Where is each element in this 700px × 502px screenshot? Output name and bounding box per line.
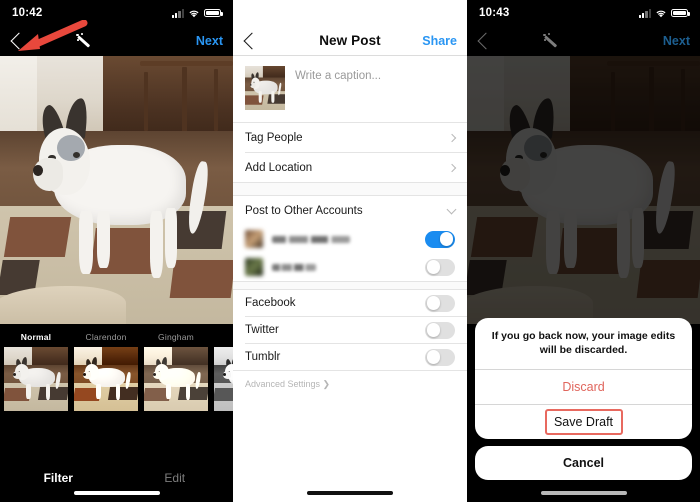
new-post-nav-bar: New Post Share — [233, 26, 467, 56]
panel-filter-editor: 10:42 Next Normal Clarendon Gingham Filt… — [0, 0, 233, 502]
home-indicator — [307, 491, 393, 495]
filter-option[interactable]: Normal — [4, 332, 68, 411]
row-tag-people[interactable]: Tag People — [233, 123, 467, 152]
filter-option[interactable]: Gingham — [144, 332, 208, 411]
row-label: Twitter — [245, 324, 279, 336]
account-name-redacted — [272, 263, 316, 271]
signal-bars-icon — [638, 8, 651, 18]
tumblr-toggle[interactable] — [425, 348, 455, 366]
twitter-toggle[interactable] — [425, 321, 455, 339]
home-indicator — [73, 491, 160, 495]
advanced-settings-link[interactable]: Advanced Settings ❯ — [233, 371, 467, 400]
status-time: 10:42 — [12, 7, 43, 19]
action-sheet: If you go back now, your image edits wil… — [475, 317, 692, 480]
filter-label: Clarendon — [85, 332, 127, 342]
tab-edit[interactable]: Edit — [117, 471, 234, 485]
row-post-to-other-accounts[interactable]: Post to Other Accounts — [233, 196, 467, 225]
magic-wand-icon[interactable] — [75, 33, 95, 49]
page-title: New Post — [319, 33, 381, 48]
account-row[interactable] — [233, 225, 467, 253]
filter-thumbnail[interactable] — [144, 347, 208, 411]
row-label: Post to Other Accounts — [245, 204, 363, 217]
chevron-down-icon — [446, 204, 457, 214]
row-facebook[interactable]: Facebook — [233, 290, 467, 316]
filter-label: M — [214, 332, 233, 342]
wifi-icon — [189, 10, 199, 17]
avatar — [245, 230, 263, 248]
chevron-right-icon — [447, 133, 457, 142]
wifi-icon — [656, 10, 666, 17]
status-icons — [638, 8, 690, 18]
filter-option[interactable]: Clarendon — [74, 332, 138, 411]
row-label: Tag People — [245, 131, 303, 144]
filter-thumbnail[interactable] — [214, 347, 233, 411]
status-bar: 10:42 — [0, 0, 233, 26]
editor-nav-bar: Next — [467, 26, 700, 56]
cancel-button[interactable]: Cancel — [475, 446, 692, 480]
status-bar — [233, 0, 467, 26]
filter-thumbnail[interactable] — [74, 347, 138, 411]
row-tumblr[interactable]: Tumblr — [233, 344, 467, 370]
save-draft-label: Save Draft — [553, 415, 614, 429]
three-panel-screenshot: 10:42 Next Normal Clarendon Gingham Filt… — [0, 0, 700, 502]
row-label: Add Location — [245, 161, 313, 174]
dog-subject — [32, 97, 211, 281]
dialog-message: If you go back now, your image edits wil… — [491, 329, 676, 356]
next-button[interactable]: Next — [663, 34, 690, 48]
tab-filter[interactable]: Filter — [0, 471, 117, 485]
status-time: 10:43 — [479, 7, 510, 19]
back-button[interactable] — [477, 32, 495, 50]
chevron-right-icon — [447, 163, 457, 172]
filter-label: Normal — [20, 332, 52, 342]
account-toggle[interactable] — [425, 230, 455, 248]
editor-tab-bar: Filter Edit — [0, 454, 233, 502]
discard-button[interactable]: Discard — [475, 370, 692, 404]
panel-new-post: New Post Share Write a caption... Tag Pe… — [233, 0, 467, 502]
section-gap — [233, 281, 467, 290]
filter-label: Gingham — [158, 332, 194, 342]
status-icons — [171, 8, 223, 18]
editor-photo[interactable] — [0, 56, 233, 324]
back-button[interactable] — [10, 32, 28, 50]
account-toggle[interactable] — [425, 258, 455, 276]
filter-option[interactable]: M — [214, 332, 233, 411]
battery-icon — [204, 8, 223, 18]
filter-carousel[interactable]: Normal Clarendon Gingham — [0, 324, 233, 411]
row-label: Tumblr — [245, 351, 281, 363]
post-thumbnail[interactable] — [245, 66, 285, 110]
save-draft-button[interactable]: Save Draft — [475, 405, 692, 439]
row-label: Facebook — [245, 297, 296, 309]
avatar — [245, 258, 263, 276]
next-button[interactable]: Next — [196, 34, 223, 48]
row-add-location[interactable]: Add Location — [233, 153, 467, 182]
battery-icon — [671, 8, 690, 18]
section-gap — [233, 182, 467, 196]
signal-bars-icon — [171, 8, 184, 18]
facebook-toggle[interactable] — [425, 294, 455, 312]
magic-wand-icon[interactable] — [542, 33, 562, 49]
caption-input[interactable]: Write a caption... — [295, 66, 381, 82]
filter-thumbnail[interactable] — [4, 347, 68, 411]
row-twitter[interactable]: Twitter — [233, 317, 467, 343]
account-name-redacted — [272, 235, 350, 243]
status-bar: 10:43 — [467, 0, 700, 26]
caption-row[interactable]: Write a caption... — [233, 56, 467, 122]
editor-nav-bar: Next — [0, 26, 233, 56]
panel-discard-dialog: 10:43 Next If you go back now, your imag… — [467, 0, 700, 502]
account-row[interactable] — [233, 253, 467, 281]
